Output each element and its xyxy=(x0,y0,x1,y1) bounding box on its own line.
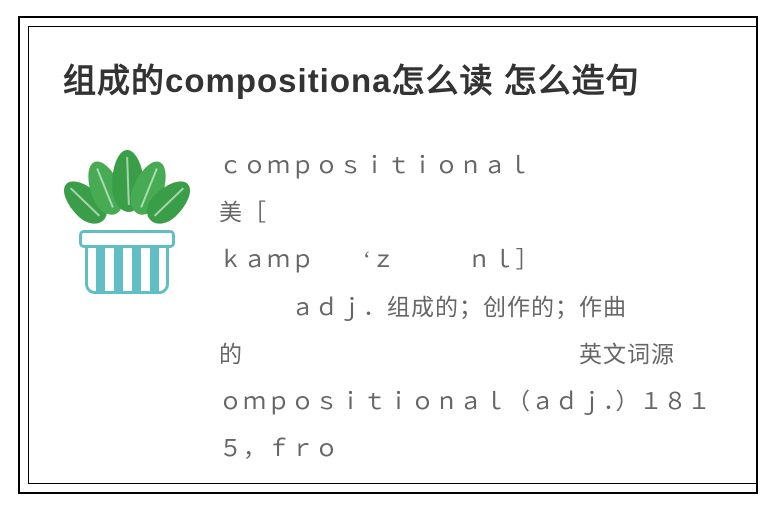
plant-leaves xyxy=(68,146,186,238)
article-body: ｃｏｍｐｏｓｉｔｉｏｎａｌ 美［ ｋａｍｐ ‘ｚ ｎｌ］ ａｄｊ．组成的；创作的… xyxy=(219,142,756,472)
inner-frame: 组成的compositiona怎么读 怎么造句 xyxy=(28,26,756,484)
plant-pot xyxy=(79,230,175,294)
content-row: ｃｏｍｐｏｓｉｔｉｏｎａｌ 美［ ｋａｍｐ ‘ｚ ｎｌ］ ａｄｊ．组成的；创作的… xyxy=(63,142,756,472)
article-title: 组成的compositiona怎么读 怎么造句 xyxy=(63,55,756,106)
outer-frame: 组成的compositiona怎么读 怎么造句 xyxy=(18,16,758,494)
potted-plant-icon xyxy=(63,146,191,294)
